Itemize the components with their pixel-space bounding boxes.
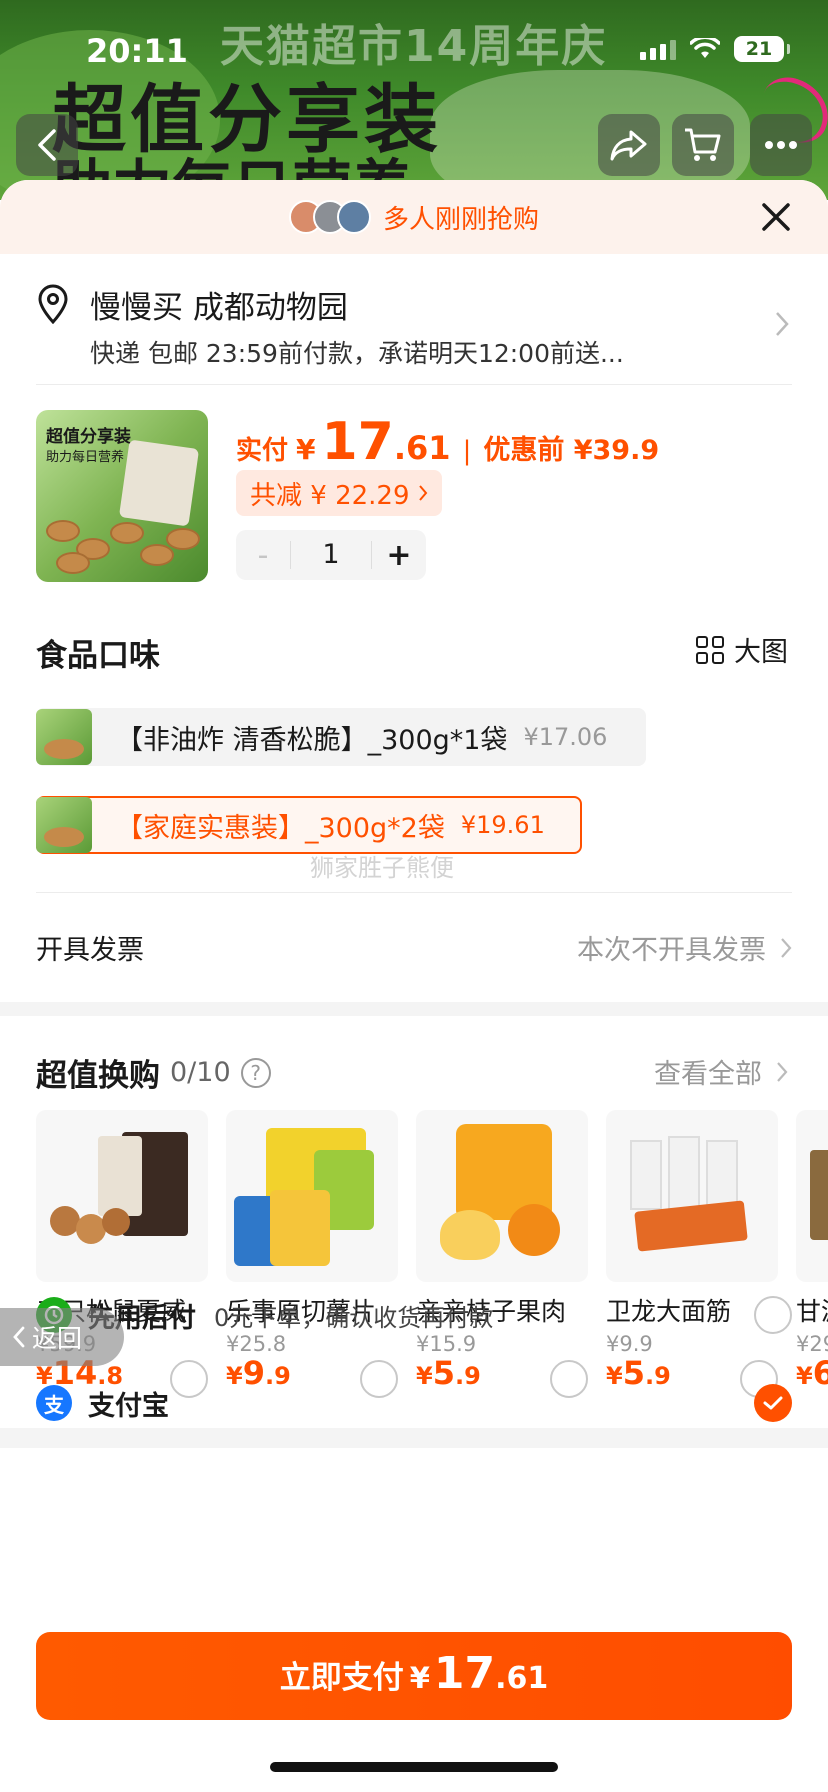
decrease-button[interactable]: - <box>236 538 290 573</box>
swap-section-title: 超值换购 0/10 ? <box>36 1050 271 1095</box>
swap-title: 超值换购 <box>36 1058 160 1094</box>
sheet-header: 多人刚刚抢购 <box>0 180 828 254</box>
checkout-sheet: 多人刚刚抢购 慢慢买 成都动物园 快递 包邮 23:59前付款，承诺明天12:0… <box>0 180 828 1792</box>
chevron-right-icon <box>777 1061 788 1082</box>
swap-product-card[interactable]: 甘源 ¥29 ¥6 <box>796 1110 828 1400</box>
swap-product-image <box>796 1110 828 1282</box>
invoice-value: 本次不开具发票 <box>577 935 766 966</box>
share-icon[interactable] <box>598 114 660 176</box>
chevron-left-icon <box>13 1326 25 1348</box>
grid-icon <box>696 635 724 664</box>
discount-label: 共减 ¥ 22.29 <box>250 480 410 511</box>
price-decimal: .61 <box>393 429 451 467</box>
swap-product-image <box>36 1110 208 1282</box>
see-all-label: 查看全部 <box>654 1059 762 1090</box>
swap-product-list: 三只松鼠夏威 ¥59.9 ¥14.8 乐事原切薯片 ¥25.8 ¥9.9 亲亲 <box>36 1110 828 1400</box>
swap-product-image <box>226 1110 398 1282</box>
alipay-icon: 支 <box>36 1385 72 1421</box>
back-label: 返回 <box>32 1324 83 1353</box>
chevron-right-icon <box>418 485 427 501</box>
status-time: 20:11 <box>86 32 188 70</box>
cart-icon[interactable] <box>672 114 734 176</box>
alipay-row[interactable]: 支 支付宝 <box>36 1368 792 1438</box>
pay-later-desc: 0元下单，确认收货再付款 <box>214 1303 494 1332</box>
divider <box>36 384 792 385</box>
price-integer: 17 <box>321 412 394 472</box>
pay-now-currency: ¥ <box>409 1661 430 1695</box>
price-separator: | <box>462 436 472 466</box>
swap-count: 0/10 <box>170 1057 231 1088</box>
pay-later-radio[interactable] <box>754 1296 792 1334</box>
swap-product-name: 甘源 <box>796 1297 828 1326</box>
sheet-header-title: 多人刚刚抢购 <box>382 204 539 235</box>
price-row: 实付 ¥ 17 .61 | 优惠前 ¥39.9 <box>236 412 659 472</box>
chevron-right-icon <box>776 312 789 336</box>
swap-product-card[interactable]: 亲亲桔子果肉 ¥15.9 ¥5.9 <box>416 1110 588 1400</box>
section-divider <box>0 1002 828 1016</box>
increase-button[interactable]: + <box>372 538 426 573</box>
swap-product-image <box>606 1110 778 1282</box>
invoice-row[interactable]: 开具发票 本次不开具发票 <box>36 892 792 1002</box>
flavor-option-thumbnail <box>36 797 92 853</box>
pay-later-row[interactable]: 先用后付 0元下单，确认收货再付款 <box>36 1280 792 1350</box>
product-image[interactable]: 超值分享装 助力每日营养 <box>36 410 208 582</box>
chevron-right-icon <box>781 937 792 958</box>
checkmark-icon <box>763 1396 783 1410</box>
product-bag-graphic <box>118 439 200 527</box>
wifi-icon <box>690 38 720 58</box>
product-image-title: 超值分享装 <box>46 427 131 447</box>
pay-now-button[interactable]: 立即支付 ¥ 17 .61 <box>36 1632 792 1720</box>
invoice-value-wrap: 本次不开具发票 <box>577 928 792 967</box>
help-icon[interactable]: ? <box>240 1057 271 1088</box>
status-icons: 21 <box>640 36 790 62</box>
flavor-option-price: ¥19.61 <box>460 811 545 839</box>
address-name: 慢慢买 成都动物园 <box>90 290 348 326</box>
flavor-option-thumbnail <box>36 709 92 765</box>
discount-badge[interactable]: 共减 ¥ 22.29 <box>236 470 442 516</box>
pay-now-int: 17 <box>433 1648 496 1699</box>
big-view-label: 大图 <box>734 637 788 668</box>
swap-product-new-price: ¥6 <box>796 1354 828 1392</box>
see-all-link[interactable]: 查看全部 <box>654 1052 788 1091</box>
invoice-label: 开具发票 <box>36 935 144 966</box>
flavor-option[interactable]: 【非油炸 清香松脆】_300g*1袋 ¥17.06 <box>36 708 646 766</box>
product-image-subtitle: 助力每日营养 <box>46 450 125 465</box>
product-summary: 超值分享装 助力每日营养 实付 ¥ 17 .61 | 优惠前 ¥39.9 共减 … <box>36 410 796 590</box>
back-icon[interactable] <box>16 114 78 176</box>
alipay-name: 支付宝 <box>88 1390 169 1422</box>
price-currency: ¥ <box>296 433 316 466</box>
watermark: 狮家胜子熊便 <box>310 854 454 882</box>
flavor-option-price: ¥17.06 <box>523 723 608 751</box>
more-icon[interactable] <box>750 114 812 176</box>
buyer-avatars <box>288 200 371 234</box>
flavor-option-label: 【家庭实惠装】_300g*2袋 <box>116 812 445 844</box>
alipay-radio-checked[interactable] <box>754 1384 792 1422</box>
swap-product-image <box>416 1110 588 1282</box>
back-button[interactable]: 返回 <box>0 1308 124 1366</box>
swap-product-old-price: ¥29 <box>796 1332 828 1356</box>
close-icon[interactable] <box>758 199 794 235</box>
swap-product-card[interactable]: 乐事原切薯片 ¥25.8 ¥9.9 <box>226 1110 398 1400</box>
big-view-toggle[interactable]: 大图 <box>696 630 788 669</box>
pay-now-dec: .61 <box>495 1661 549 1696</box>
flavor-option-selected[interactable]: 【家庭实惠装】_300g*2袋 ¥19.61 <box>36 796 582 854</box>
flavor-section-title: 食品口味 <box>36 638 160 674</box>
delivery-address[interactable]: 慢慢买 成都动物园 快递 包邮 23:59前付款，承诺明天12:00前送... <box>0 254 828 384</box>
battery-icon: 21 <box>734 36 790 62</box>
home-indicator[interactable] <box>270 1762 558 1772</box>
flavor-option-label: 【非油炸 清香松脆】_300g*1袋 <box>116 724 508 756</box>
pay-now-label: 立即支付 <box>279 1660 404 1696</box>
price-before-discount: 优惠前 ¥39.9 <box>483 435 660 466</box>
delivery-info: 快递 包邮 23:59前付款，承诺明天12:00前送... <box>90 339 624 368</box>
location-pin-icon <box>38 284 68 324</box>
avatar <box>336 200 371 234</box>
paid-label: 实付 <box>236 436 289 466</box>
swap-product-card[interactable]: 卫龙大面筋 ¥9.9 ¥5.9 <box>606 1110 778 1400</box>
quantity-stepper: - 1 + <box>236 530 426 580</box>
quantity-value[interactable]: 1 <box>290 541 372 569</box>
signal-icon <box>640 38 676 60</box>
